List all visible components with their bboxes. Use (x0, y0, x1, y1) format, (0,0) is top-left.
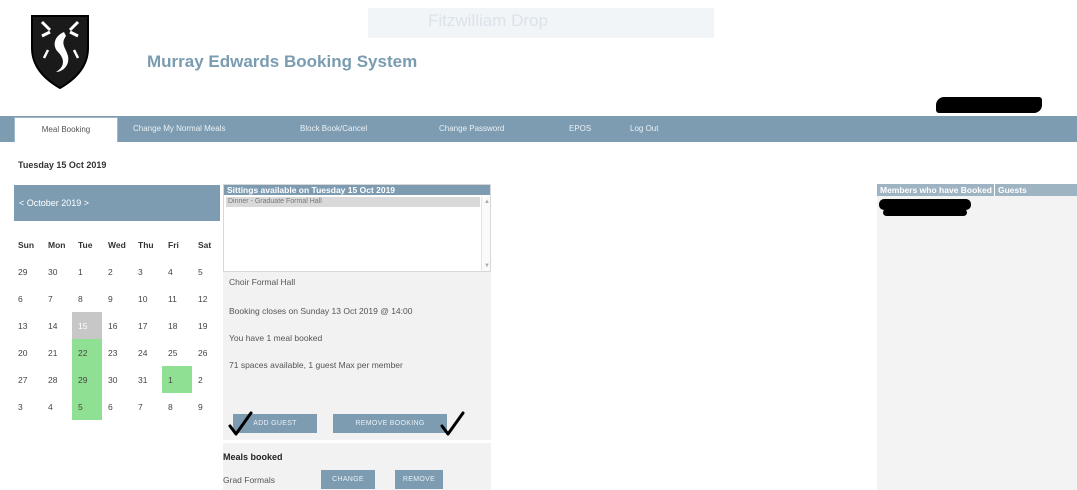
calendar-day[interactable]: 3 (12, 393, 42, 420)
calendar-day[interactable]: 20 (12, 339, 42, 366)
calendar-day[interactable]: 1 (72, 258, 102, 285)
calendar-day[interactable]: 26 (192, 339, 222, 366)
calendar-weekday-row: Sun Mon Tue Wed Thu Fri Sat (12, 231, 222, 258)
tab-log-out[interactable]: Log Out (630, 116, 658, 142)
calendar-header: < October 2019 > (14, 185, 220, 221)
calendar-day[interactable]: 5 (192, 258, 222, 285)
remove-meal-button[interactable]: REMOVE (395, 470, 443, 489)
calendar-day[interactable]: 29 (12, 258, 42, 285)
sitting-name: Choir Formal Hall (229, 277, 296, 287)
redacted-username (936, 97, 1042, 113)
faded-overlay-text: Fitzwilliam Drop (428, 11, 548, 30)
calendar-month-nav[interactable]: < October 2019 > (19, 198, 89, 208)
calendar-week-row: 27 28 29 30 31 1 2 (12, 366, 222, 393)
calendar-day[interactable]: 15 (72, 312, 102, 339)
calendar-day[interactable]: 23 (102, 339, 132, 366)
calendar-day[interactable]: 14 (42, 312, 72, 339)
calendar-day[interactable]: 29 (72, 366, 102, 393)
calendar-week-row: 29 30 1 2 3 4 5 (12, 258, 222, 285)
members-table-header: Members who have Booked Guests (877, 184, 1077, 196)
meals-booked-heading: Meals booked (223, 452, 283, 462)
booked-meal-name: Grad Formals (223, 475, 275, 485)
calendar-day[interactable]: 9 (102, 285, 132, 312)
weekday-label: Thu (138, 239, 154, 250)
sittings-title: Sittings available on Tuesday 15 Oct 201… (224, 185, 490, 195)
scroll-down-icon[interactable]: ▼ (484, 263, 490, 269)
calendar-day[interactable]: 8 (72, 285, 102, 312)
members-column-header: Members who have Booked (880, 185, 992, 195)
calendar-week-row: 20 21 22 23 24 25 26 (12, 339, 222, 366)
weekday-label: Fri (168, 239, 179, 250)
calendar-week-row: 3456789 (12, 393, 222, 420)
calendar-day[interactable]: 6 (102, 393, 132, 420)
members-booked-panel: Members who have Booked Guests (877, 184, 1077, 490)
remove-booking-button[interactable]: REMOVE BOOKING (333, 414, 447, 433)
calendar-day[interactable]: 30 (102, 366, 132, 393)
calendar-day[interactable]: 6 (12, 285, 42, 312)
weekday-label: Mon (48, 239, 66, 250)
tab-change-normal-meals[interactable]: Change My Normal Meals (133, 116, 225, 142)
calendar-day[interactable]: 4 (42, 393, 72, 420)
calendar-day[interactable]: 21 (42, 339, 72, 366)
redacted-member-name (883, 209, 967, 216)
booking-deadline: Booking closes on Sunday 13 Oct 2019 @ 1… (229, 306, 413, 316)
calendar-day[interactable]: 28 (42, 366, 72, 393)
tab-meal-booking[interactable]: Meal Booking (14, 117, 118, 142)
calendar-day[interactable]: 24 (132, 339, 162, 366)
tab-block-book-cancel[interactable]: Block Book/Cancel (300, 116, 367, 142)
calendar-day[interactable]: 25 (162, 339, 192, 366)
calendar-day[interactable]: 1 (162, 366, 192, 393)
calendar-day[interactable]: 27 (12, 366, 42, 393)
guests-column-header: Guests (997, 185, 1027, 195)
tab-epos[interactable]: EPOS (569, 116, 591, 142)
sitting-option[interactable]: Dinner - Graduate Formal Hall (226, 197, 480, 207)
sittings-scrollbar[interactable]: ▲ ▼ (481, 197, 490, 271)
calendar-day[interactable]: 7 (132, 393, 162, 420)
calendar-day[interactable]: 3 (132, 258, 162, 285)
calendar-day[interactable]: 17 (132, 312, 162, 339)
calendar-day[interactable]: 9 (192, 393, 222, 420)
weekday-label: Sun (18, 239, 35, 250)
meals-booked-panel: Meals booked Grad Formals CHANGE REMOVE (223, 443, 491, 490)
spaces-available: 71 spaces available, 1 guest Max per mem… (229, 360, 403, 370)
calendar-day[interactable]: 2 (192, 366, 222, 393)
calendar-day[interactable]: 5 (72, 393, 102, 420)
main-navigation: Meal Booking Change My Normal Meals Bloc… (0, 116, 1077, 142)
calendar-day[interactable]: 8 (162, 393, 192, 420)
tab-change-password[interactable]: Change Password (439, 116, 504, 142)
calendar-day[interactable]: 31 (132, 366, 162, 393)
weekday-label: Wed (108, 239, 126, 250)
calendar-day[interactable]: 2 (102, 258, 132, 285)
checkmark-icon (440, 411, 465, 436)
calendar-week-row: 6 7 8 9 10 11 12 (12, 285, 222, 312)
change-meal-button[interactable]: CHANGE (321, 470, 375, 489)
college-crest-logo (28, 10, 92, 90)
calendar-week-row: 13 14 15 16 17 18 19 (12, 312, 222, 339)
site-title: Murray Edwards Booking System (147, 52, 418, 71)
meals-booked-count: You have 1 meal booked (229, 333, 323, 343)
calendar-day[interactable]: 4 (162, 258, 192, 285)
faded-overlay-banner: Fitzwilliam Drop (368, 8, 714, 38)
calendar-day[interactable]: 10 (132, 285, 162, 312)
calendar-grid: Sun Mon Tue Wed Thu Fri Sat 29 30 1 2 3 4 5 6 7 8… (12, 231, 222, 420)
weekday-label: Tue (78, 239, 93, 250)
calendar-day[interactable]: 30 (42, 258, 72, 285)
selected-date-heading: Tuesday 15 Oct 2019 (18, 160, 107, 170)
scroll-up-icon[interactable]: ▲ (484, 199, 490, 205)
calendar-day[interactable]: 12 (192, 285, 222, 312)
calendar-day[interactable]: 18 (162, 312, 192, 339)
calendar-day[interactable]: 13 (12, 312, 42, 339)
calendar-day[interactable]: 16 (102, 312, 132, 339)
sittings-listbox[interactable]: Sittings available on Tuesday 15 Oct 201… (223, 184, 491, 272)
calendar-day[interactable]: 19 (192, 312, 222, 339)
weekday-label: Sat (198, 239, 212, 250)
checkmark-icon (228, 411, 253, 436)
calendar-day[interactable]: 22 (72, 339, 102, 366)
calendar-day[interactable]: 7 (42, 285, 72, 312)
calendar-day[interactable]: 11 (162, 285, 192, 312)
